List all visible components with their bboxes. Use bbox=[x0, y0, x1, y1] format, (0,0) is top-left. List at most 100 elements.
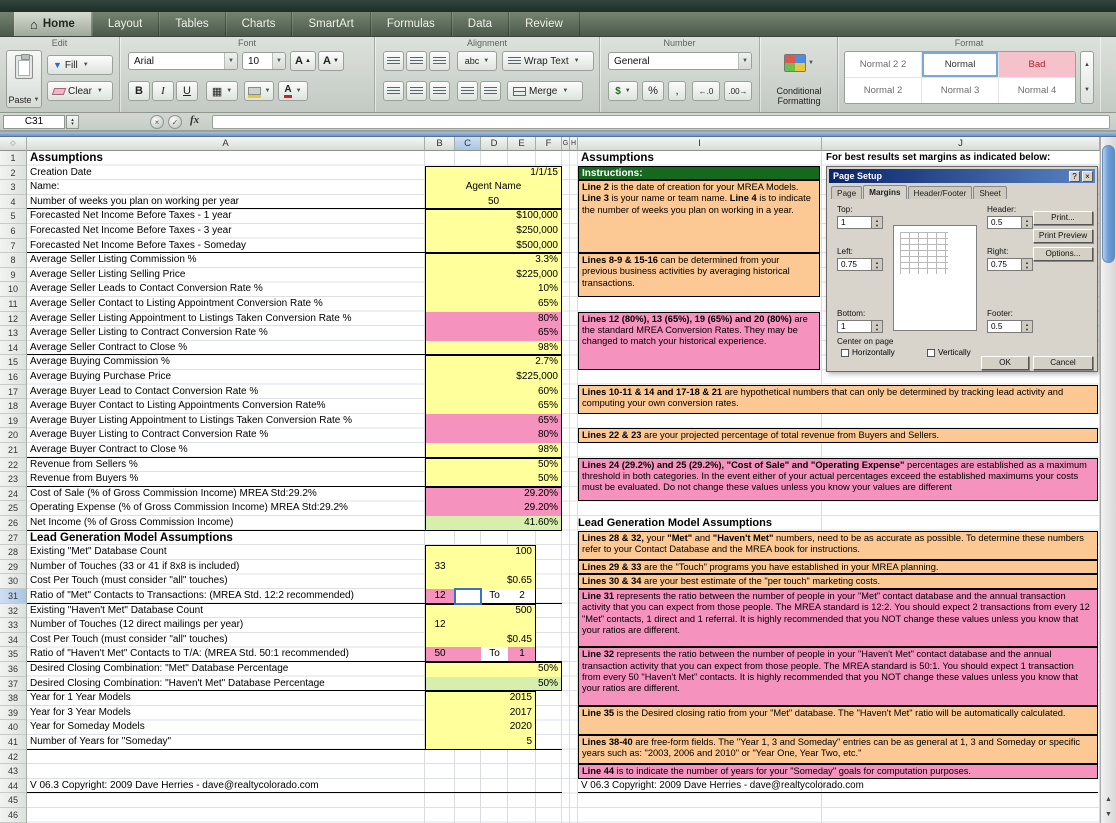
cell-value-row-40[interactable]: 2020 bbox=[425, 720, 536, 735]
fill-button[interactable]: ▼ Fill ▼ bbox=[47, 55, 113, 75]
row-header-24[interactable]: 24 bbox=[0, 487, 26, 502]
row-header-9[interactable]: 9 bbox=[0, 268, 26, 283]
cell-E35[interactable]: 1 bbox=[508, 647, 536, 662]
column-header-B[interactable]: B bbox=[425, 137, 455, 151]
tab-tables[interactable]: Tables bbox=[159, 12, 225, 36]
row-header-18[interactable]: 18 bbox=[0, 399, 26, 414]
cell-label-row-40[interactable]: Year for Someday Models bbox=[30, 720, 424, 735]
scroll-up-arrow[interactable]: ▲ bbox=[1101, 792, 1116, 807]
cell-value-row-18[interactable]: 65% bbox=[425, 399, 562, 414]
align-bottom-button[interactable] bbox=[429, 51, 450, 71]
clear-button[interactable]: Clear ▼ bbox=[47, 81, 113, 101]
tab-home[interactable]: ⌂Home bbox=[14, 12, 92, 36]
font-color-button[interactable]: A▼ bbox=[278, 81, 308, 101]
accept-icon[interactable]: ✓ bbox=[168, 115, 182, 129]
cell-value-row-29[interactable]: 33 bbox=[425, 560, 455, 575]
column-header-D[interactable]: D bbox=[481, 137, 508, 151]
cell-value-row-36[interactable]: 50% bbox=[425, 662, 562, 677]
cell-value-row-28[interactable]: 100 bbox=[425, 545, 536, 560]
comma-format-button[interactable]: , bbox=[668, 81, 686, 101]
cell-label-row-38[interactable]: Year for 1 Year Models bbox=[30, 691, 424, 706]
style-bad[interactable]: Bad bbox=[999, 52, 1076, 78]
row-header-46[interactable]: 46 bbox=[0, 808, 26, 823]
cell-value-row-26[interactable]: 41.60% bbox=[425, 516, 562, 531]
row-header-22[interactable]: 22 bbox=[0, 458, 26, 473]
cell-value-row-11[interactable]: 65% bbox=[425, 297, 562, 312]
cell-value-row-33[interactable]: 12 bbox=[425, 618, 455, 633]
cell-label-row-39[interactable]: Year for 3 Year Models bbox=[30, 706, 424, 721]
cell-label-row-41[interactable]: Number of Years for "Someday" bbox=[30, 735, 424, 750]
cell-value-row-30[interactable]: $0.65 bbox=[425, 574, 536, 589]
row-header-16[interactable]: 16 bbox=[0, 370, 26, 385]
row-header-12[interactable]: 12 bbox=[0, 312, 26, 327]
style-normal-3[interactable]: Normal 3 bbox=[922, 78, 999, 104]
style-normal-4[interactable]: Normal 4 bbox=[999, 78, 1076, 104]
row-header-17[interactable]: 17 bbox=[0, 385, 26, 400]
cell-value-row-34[interactable]: $0.45 bbox=[425, 633, 536, 648]
cell-value-row-24[interactable]: 29.20% bbox=[425, 487, 562, 502]
insert-function-button[interactable]: fx bbox=[190, 114, 199, 126]
row-header-8[interactable]: 8 bbox=[0, 253, 26, 268]
tab-review[interactable]: Review bbox=[509, 12, 580, 36]
bold-button[interactable]: B bbox=[128, 81, 150, 101]
cell-label-row-25[interactable]: Operating Expense (% of Gross Commission… bbox=[30, 501, 424, 516]
cell-label-row-6[interactable]: Forecasted Net Income Before Taxes - 3 y… bbox=[30, 224, 424, 239]
cell-label-row-30[interactable]: Cost Per Touch (must consider "all" touc… bbox=[30, 574, 424, 589]
cell-B31[interactable]: 12 bbox=[425, 589, 455, 604]
currency-format-button[interactable]: $▼ bbox=[608, 81, 638, 101]
increase-decimal-button[interactable]: ←.0 bbox=[692, 81, 720, 101]
cell-label-row-28[interactable]: Existing "Met" Database Count bbox=[30, 545, 424, 560]
cell-label-row-11[interactable]: Average Seller Contact to Listing Appoin… bbox=[30, 297, 424, 312]
align-left-button[interactable] bbox=[383, 81, 404, 101]
cell-label-row-18[interactable]: Average Buyer Contact to Listing Appoint… bbox=[30, 399, 424, 414]
cell-label-row-32[interactable]: Existing "Haven't Met" Database Count bbox=[30, 604, 424, 619]
italic-button[interactable]: I bbox=[152, 81, 174, 101]
cell-value-row-19[interactable]: 65% bbox=[425, 414, 562, 429]
row-header-2[interactable]: 2 bbox=[0, 166, 26, 181]
row-header-26[interactable]: 26 bbox=[0, 516, 26, 531]
cell-label-row-37[interactable]: Desired Closing Combination: "Haven't Me… bbox=[30, 677, 424, 692]
cell-value-row-16[interactable]: $225,000 bbox=[425, 370, 562, 385]
formula-input[interactable] bbox=[212, 115, 1110, 129]
row-header-40[interactable]: 40 bbox=[0, 720, 26, 735]
row-header-19[interactable]: 19 bbox=[0, 414, 26, 429]
cell-value-row-9[interactable]: $225,000 bbox=[425, 268, 562, 283]
column-header-F[interactable]: F bbox=[536, 137, 562, 151]
row-header-29[interactable]: 29 bbox=[0, 560, 26, 575]
conditional-formatting-button[interactable]: ▼ ConditionalFormatting bbox=[764, 49, 834, 109]
cell-label-row-26[interactable]: Net Income (% of Gross Commission Income… bbox=[30, 516, 424, 531]
tab-layout[interactable]: Layout bbox=[92, 12, 160, 36]
cell-value-row-4[interactable]: 50 bbox=[425, 195, 562, 210]
cell-label-row-13[interactable]: Average Seller Listing to Contract Conve… bbox=[30, 326, 424, 341]
cell-value-row-37[interactable]: 50% bbox=[425, 677, 562, 692]
cell-label-row-24[interactable]: Cost of Sale (% of Gross Commission Inco… bbox=[30, 487, 424, 502]
decrease-indent-button[interactable] bbox=[457, 81, 478, 101]
row-header-44[interactable]: 44 bbox=[0, 779, 26, 794]
cell-label-row-35[interactable]: Ratio of "Haven't Met" Contacts to T/A: … bbox=[30, 647, 424, 662]
fill-color-button[interactable]: ▼ bbox=[244, 81, 274, 101]
cell-value-row-13[interactable]: 65% bbox=[425, 326, 562, 341]
row-header-10[interactable]: 10 bbox=[0, 282, 26, 297]
cell-label-row-10[interactable]: Average Seller Leads to Contact Conversi… bbox=[30, 282, 424, 297]
row-header-35[interactable]: 35 bbox=[0, 647, 26, 662]
cell-label-row-44[interactable]: V 06.3 Copyright: 2009 Dave Herries - da… bbox=[30, 779, 424, 794]
align-right-button[interactable] bbox=[429, 81, 450, 101]
decrease-font-size-button[interactable]: A▼ bbox=[318, 51, 344, 71]
cell-value-row-21[interactable]: 98% bbox=[425, 443, 562, 458]
percent-format-button[interactable]: % bbox=[642, 81, 664, 101]
tab-data[interactable]: Data bbox=[452, 12, 509, 36]
name-box-stepper[interactable]: ▴▾ bbox=[66, 115, 79, 129]
scrollbar-thumb[interactable] bbox=[1102, 145, 1115, 263]
cell-C35[interactable] bbox=[455, 647, 481, 662]
cell-value-row-38[interactable]: 2015 bbox=[425, 691, 536, 706]
cell-label-row-12[interactable]: Average Seller Listing Appointment to Li… bbox=[30, 312, 424, 327]
row-header-39[interactable]: 39 bbox=[0, 706, 26, 721]
row-header-13[interactable]: 13 bbox=[0, 326, 26, 341]
vertical-scrollbar[interactable]: ▲ ▼ bbox=[1100, 137, 1116, 823]
cell-value-row-32[interactable]: 500 bbox=[425, 604, 536, 619]
cell-value-row-5[interactable]: $100,000 bbox=[425, 209, 562, 224]
cell-B35[interactable]: 50 bbox=[425, 647, 455, 662]
cell-D31[interactable]: To bbox=[481, 589, 508, 604]
column-header-J[interactable]: J bbox=[822, 137, 1100, 151]
row-header-42[interactable]: 42 bbox=[0, 750, 26, 765]
